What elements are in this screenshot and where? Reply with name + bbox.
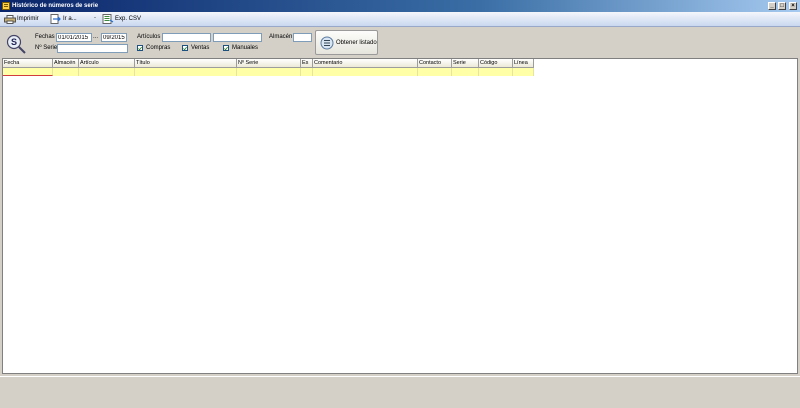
print-button-label: Imprimir [17, 16, 39, 22]
date-to-input[interactable] [101, 33, 127, 42]
column-header-article[interactable]: Artículo [79, 59, 135, 68]
column-header-series[interactable]: Serie [452, 59, 479, 68]
checkmark-icon [223, 45, 229, 51]
close-button[interactable]: × [789, 2, 797, 10]
warehouse-label: Almacén [269, 34, 293, 40]
serial-input[interactable] [57, 44, 128, 53]
dates-label: Fechas [35, 34, 55, 40]
toolbar-separator: - [94, 15, 96, 21]
sales-checkbox-label: Ventas [191, 45, 210, 51]
maximize-button[interactable]: □ [778, 2, 786, 10]
article-from-input[interactable] [162, 33, 211, 42]
csv-export-icon [102, 14, 114, 24]
date-from-input[interactable] [56, 33, 92, 42]
grid-header: Fecha Almacén Artículo Título Nº Serie E… [3, 59, 534, 68]
grid-cell[interactable] [452, 68, 479, 76]
grid-cell[interactable] [418, 68, 452, 76]
status-bar [0, 376, 800, 408]
manual-checkbox-label: Manuales [232, 45, 259, 51]
grid-cell[interactable] [79, 68, 135, 76]
column-header-code[interactable]: Código [479, 59, 513, 68]
grid-cell[interactable] [53, 68, 79, 76]
purchases-checkbox[interactable]: Compras [137, 45, 170, 51]
goto-icon [50, 14, 61, 24]
results-grid[interactable]: Fecha Almacén Artículo Título Nº Serie E… [2, 58, 798, 374]
grid-cell[interactable] [479, 68, 513, 76]
column-header-contact[interactable]: Contacto [418, 59, 452, 68]
print-button[interactable]: Imprimir [4, 14, 39, 24]
printer-icon [4, 14, 16, 24]
date-range-dots[interactable]: ... [93, 34, 98, 41]
grid-cell[interactable] [313, 68, 418, 76]
checkmark-icon [137, 45, 143, 51]
minimize-button[interactable]: _ [768, 2, 776, 10]
purchases-checkbox-label: Compras [146, 45, 171, 51]
articles-label: Artículos [137, 34, 161, 40]
sales-checkbox[interactable]: Ventas [182, 45, 209, 51]
column-header-comment[interactable]: Comentario [313, 59, 418, 68]
column-header-line[interactable]: Línea [513, 59, 534, 68]
warehouse-input[interactable] [293, 33, 312, 42]
manual-checkbox[interactable]: Manuales [223, 45, 258, 51]
get-list-button[interactable]: Obtener listado [315, 30, 378, 55]
window-title: Histórico de números de serie [12, 3, 99, 9]
column-header-warehouse[interactable]: Almacén [53, 59, 79, 68]
column-header-date[interactable]: Fecha [3, 59, 53, 68]
goto-button-label: Ir a... [63, 16, 77, 22]
filter-panel: S Fechas ... Nº Serie Artículos Almacén … [0, 27, 800, 58]
get-list-button-label: Obtener listado [336, 39, 377, 46]
column-header-es[interactable]: Es [301, 59, 313, 68]
article-to-input[interactable] [213, 33, 262, 42]
goto-button[interactable]: Ir a... [50, 14, 77, 24]
grid-cell[interactable] [135, 68, 237, 76]
toolbar: Imprimir Ir a... - Exp. CSV [0, 12, 800, 27]
list-icon [320, 36, 334, 50]
export-csv-button[interactable]: Exp. CSV [102, 14, 141, 24]
grid-cell[interactable] [513, 68, 534, 76]
grid-cell-date[interactable] [3, 68, 53, 76]
window-app-icon [2, 2, 10, 10]
grid-cell[interactable] [301, 68, 313, 76]
grid-cell[interactable] [237, 68, 301, 76]
svg-text:S: S [11, 37, 17, 47]
title-bar: Histórico de números de serie _ □ × [0, 0, 800, 12]
export-csv-button-label: Exp. CSV [115, 16, 142, 22]
table-row[interactable] [3, 68, 534, 76]
serial-search-icon: S [5, 33, 27, 57]
column-header-title[interactable]: Título [135, 59, 237, 68]
checkmark-icon [182, 45, 188, 51]
column-header-serial[interactable]: Nº Serie [237, 59, 301, 68]
serial-label: Nº Serie [35, 45, 58, 51]
